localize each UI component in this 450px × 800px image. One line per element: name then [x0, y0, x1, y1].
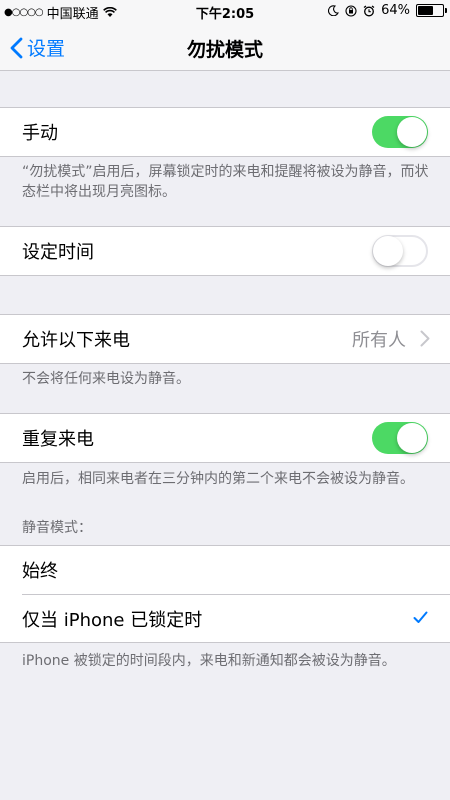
repeated-calls-group: 重复来电 — [0, 413, 450, 463]
manual-group: 手动 — [0, 107, 450, 157]
manual-label: 手动 — [22, 123, 58, 144]
manual-footnote: “勿扰模式”启用后，屏幕锁定时的来电和提醒将被设为静音，而状态栏中将出现月亮图标… — [22, 164, 429, 200]
orientation-lock-icon — [345, 4, 357, 17]
silence-group: 始终 仅当 iPhone 已锁定时 — [0, 545, 450, 643]
silence-option-always[interactable]: 始终 — [0, 546, 450, 594]
battery-icon — [416, 4, 447, 17]
allow-calls-footnote: 不会将任何来电设为静音。 — [22, 371, 190, 387]
alarm-icon — [363, 4, 375, 16]
scheduled-group: 设定时间 — [0, 226, 450, 276]
allow-calls-group: 允许以下来电 所有人 — [0, 314, 450, 364]
status-right: 64% — [328, 3, 447, 18]
scheduled-label: 设定时间 — [22, 242, 94, 263]
silence-option-label: 仅当 iPhone 已锁定时 — [22, 609, 203, 631]
silence-section-header: 静音模式： — [22, 520, 92, 536]
silence-option-locked[interactable]: 仅当 iPhone 已锁定时 — [22, 594, 450, 642]
checkmark-icon — [413, 611, 428, 623]
repeated-calls-label: 重复来电 — [22, 429, 94, 450]
toggle-knob — [373, 236, 403, 266]
repeated-calls-toggle[interactable] — [372, 422, 428, 454]
repeated-calls-footnote: 启用后，相同来电者在三分钟内的第二个来电不会被设为静音。 — [22, 471, 414, 487]
battery-percent: 64% — [381, 3, 410, 18]
manual-row: 手动 — [0, 108, 450, 156]
manual-toggle[interactable] — [372, 116, 428, 148]
moon-icon — [328, 5, 340, 16]
allow-calls-row[interactable]: 允许以下来电 所有人 — [0, 315, 450, 363]
scheduled-row: 设定时间 — [0, 227, 450, 275]
toggle-knob — [397, 117, 427, 147]
battery-fill — [418, 6, 433, 15]
allow-calls-value: 所有人 — [352, 330, 406, 351]
page-title: 勿扰模式 — [186, 39, 263, 61]
scheduled-toggle[interactable] — [372, 235, 428, 267]
silence-footnote: iPhone 被锁定的时间段内，来电和新通知都会被设为静音。 — [22, 653, 396, 669]
chevron-right-icon — [420, 330, 430, 347]
silence-option-label: 始终 — [22, 561, 58, 582]
status-bar: ●○○○○ 中国联通 下午2:05 64% — [0, 0, 450, 22]
toggle-knob — [397, 423, 427, 453]
repeated-calls-row: 重复来电 — [0, 414, 450, 462]
navigation-bar: 设置 勿扰模式 — [0, 22, 450, 71]
allow-calls-label: 允许以下来电 — [22, 330, 130, 351]
